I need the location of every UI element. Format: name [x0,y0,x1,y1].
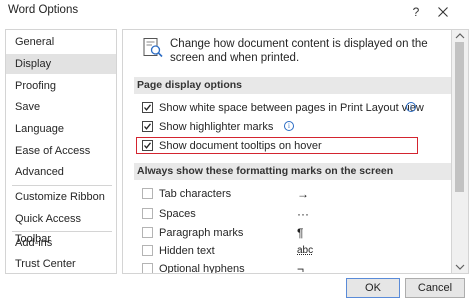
option-label: Optional hyphens [159,263,245,274]
info-icon[interactable]: i [284,121,294,131]
sidebar-item-language[interactable]: Language [6,119,116,139]
scroll-up-arrow-icon[interactable] [455,32,465,40]
option-tab-characters[interactable]: Tab characters → [142,186,442,202]
option-show-white-space[interactable]: Show white space between pages in Print … [142,100,442,116]
sidebar-item-quick-access-toolbar[interactable]: Quick Access Toolbar [6,209,116,245]
checkbox-show-document-tooltips[interactable] [142,140,153,151]
window-title: Word Options [8,4,79,16]
scroll-down-arrow-icon[interactable] [455,263,465,271]
options-category-list: General Display Proofing Save Language E… [5,29,117,274]
hidden-text-mark-glyph: abc [297,245,314,256]
checkmark-icon [144,142,152,149]
close-button[interactable] [432,2,454,22]
intro-description: Change how document content is displayed… [170,38,428,64]
document-magnifier-icon [142,37,164,59]
section-header-page-display: Page display options [134,77,451,94]
checkbox-show-highlighter-marks[interactable] [142,121,153,132]
cancel-button[interactable]: Cancel [405,278,465,298]
sidebar-item-proofing[interactable]: Proofing [6,76,116,96]
scrollbar-thumb[interactable] [455,42,464,192]
vertical-scrollbar[interactable] [452,29,469,274]
sidebar-divider [12,231,112,232]
checkbox-spaces[interactable] [142,208,153,219]
optional-hyphen-mark-glyph: ¬ [297,262,305,274]
paragraph-mark-glyph: ¶ [297,226,304,240]
checkbox-show-white-space[interactable] [142,102,153,113]
option-label: Spaces [159,208,196,220]
option-label: Show document tooltips on hover [159,140,322,152]
info-icon[interactable]: i [406,102,416,112]
tab-mark-glyph: → [297,187,309,201]
checkbox-paragraph-marks[interactable] [142,227,153,238]
sidebar-item-advanced[interactable]: Advanced [6,162,116,182]
option-label: Show white space between pages in Print … [159,102,424,114]
ok-button[interactable]: OK [346,278,400,298]
sidebar-item-save[interactable]: Save [6,97,116,117]
option-show-document-tooltips[interactable]: Show document tooltips on hover [142,138,442,154]
option-show-highlighter-marks[interactable]: Show highlighter marks i [142,119,442,135]
checkbox-optional-hyphens[interactable] [142,263,153,273]
checkmark-icon [144,104,152,111]
sidebar-divider [12,185,112,186]
space-mark-glyph: ··· [297,207,309,221]
section-header-formatting-marks: Always show these formatting marks on th… [134,163,451,180]
option-label: Hidden text [159,245,215,257]
option-label: Show highlighter marks [159,121,274,133]
option-paragraph-marks[interactable]: Paragraph marks ¶ [142,225,442,241]
checkmark-icon [144,123,152,130]
checkbox-tab-characters[interactable] [142,188,153,199]
option-spaces[interactable]: Spaces ··· [142,206,442,222]
display-options-panel: Change how document content is displayed… [122,29,452,274]
help-button[interactable]: ? [405,2,427,22]
sidebar-item-ease-of-access[interactable]: Ease of Access [6,141,116,161]
title-bar: Word Options ? [0,0,474,26]
sidebar-item-customize-ribbon[interactable]: Customize Ribbon [6,187,116,207]
option-optional-hyphens[interactable]: Optional hyphens ¬ [142,261,442,274]
sidebar-item-trust-center[interactable]: Trust Center [6,254,116,274]
option-label: Paragraph marks [159,227,244,239]
sidebar-item-general[interactable]: General [6,32,116,52]
sidebar-item-add-ins[interactable]: Add-ins [6,233,116,253]
option-hidden-text[interactable]: Hidden text abc [142,243,442,259]
checkbox-hidden-text[interactable] [142,245,153,256]
close-icon [438,7,448,17]
sidebar-item-display[interactable]: Display [6,54,116,74]
option-label: Tab characters [159,188,232,200]
